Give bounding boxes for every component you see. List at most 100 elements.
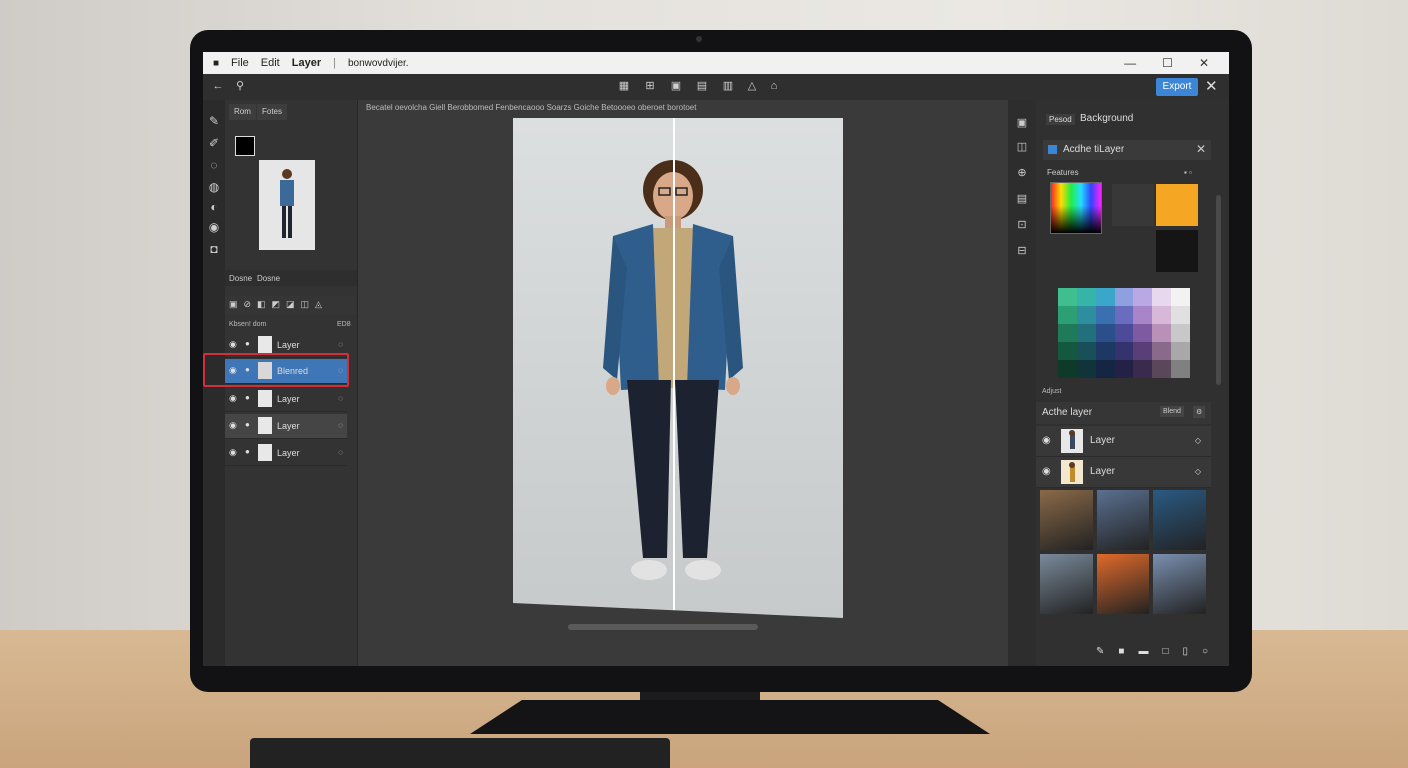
palette-swatch[interactable] [1133,342,1153,360]
gallery-thumbnail[interactable] [1153,490,1206,550]
palette-swatch[interactable] [1171,288,1190,306]
palette-swatch[interactable] [1171,342,1190,360]
menu-edit[interactable]: Edit [261,57,280,69]
palette-swatch[interactable] [1058,324,1077,342]
crop-icon[interactable]: ⊡ [1014,218,1030,234]
horizontal-scrollbar[interactable] [568,624,758,630]
link-icon[interactable]: ▬ [1138,646,1148,660]
layer-search-field[interactable]: Acdhe tiLayer ✕ [1043,140,1211,160]
palette-swatch[interactable] [1152,324,1172,342]
grid-icon[interactable]: ▦ [617,79,631,93]
visibility-eye-icon[interactable]: ◉ [1042,466,1051,477]
tab-rom[interactable]: Rom [229,104,256,120]
visibility-eye-icon[interactable]: ◉ [229,339,237,350]
shape-icon[interactable]: △ [745,79,759,93]
image-icon[interactable]: ▤ [695,79,709,93]
zoom-icon[interactable]: ⊞ [643,79,657,93]
blend-mode-badge[interactable]: Blend [1160,406,1184,417]
tab-background[interactable]: Background [1080,113,1133,124]
minimize-button[interactable]: — [1124,56,1136,70]
document-photo[interactable] [513,118,843,618]
blur-icon[interactable]: ◉ [207,220,221,234]
palette-swatch[interactable] [1095,342,1115,360]
color-palette[interactable] [1058,288,1190,378]
palette-swatch[interactable] [1114,288,1134,306]
palette-swatch[interactable] [1114,306,1134,324]
bucket-icon[interactable]: ◍ [207,180,221,194]
gallery-thumbnail[interactable] [1153,554,1206,614]
palette-swatch[interactable] [1058,342,1077,360]
export-button[interactable]: Export [1156,78,1198,96]
layer-options-icon[interactable]: ◌ [338,394,343,403]
color-picker[interactable] [1050,182,1102,234]
gallery-thumbnail[interactable] [1040,554,1093,614]
stop-icon[interactable]: ■ [1118,646,1124,660]
lock-toggle-icon[interactable]: ● [245,420,250,429]
palette-swatch[interactable] [1152,360,1172,378]
features-toggle-icon[interactable]: ▪ ▫ [1184,168,1192,177]
menu-layer[interactable]: Layer [292,57,321,69]
palette-swatch[interactable] [1058,288,1077,306]
layer-tool-icons[interactable]: ▣⊘◧◩◪◫◬ [229,299,328,310]
layer-options-icon[interactable]: ◇ [1195,467,1201,476]
calendar-icon[interactable]: ▥ [721,79,735,93]
menu-file[interactable]: File [231,57,249,69]
frame-icon[interactable]: ▣ [669,79,683,93]
palette-swatch[interactable] [1171,306,1190,324]
swatch-gray[interactable] [1112,184,1154,226]
dodge-icon[interactable]: ◐ [207,200,221,214]
right-panel-scrollbar[interactable] [1216,195,1221,385]
lock-toggle-icon[interactable]: ● [245,339,250,348]
layers-tab-1[interactable]: Dosne [229,274,252,283]
swatch-orange[interactable] [1156,184,1198,226]
settings-icon[interactable]: ⚙ [1193,406,1206,418]
palette-swatch[interactable] [1095,288,1115,306]
clear-search-icon[interactable]: ✕ [1196,142,1206,156]
adjust-panel-icon[interactable]: ◫ [1014,140,1030,156]
palette-swatch[interactable] [1152,288,1172,306]
canvas-area[interactable]: Becatel oevolcha Giell Berobbomed Fenben… [358,100,1008,666]
palette-swatch[interactable] [1133,288,1153,306]
palette-swatch[interactable] [1114,360,1134,378]
active-layer-row[interactable]: ◉ Layer ◇ [1036,457,1211,488]
lock-icon[interactable]: ⌂ [767,79,781,93]
back-arrow-icon[interactable]: ← [211,79,225,93]
palette-swatch[interactable] [1133,360,1153,378]
layer-row[interactable]: ◉ ● Layer ◌ [225,441,347,466]
circle-icon[interactable]: ○ [1202,646,1208,660]
brush-icon[interactable]: ✎ [207,114,221,128]
palette-swatch[interactable] [1076,306,1096,324]
palette-swatch[interactable] [1171,324,1190,342]
layer-options-icon[interactable]: ◌ [338,421,343,430]
swatch-black[interactable] [1156,230,1198,272]
tab-pesod[interactable]: Pesod [1046,114,1075,125]
tab-fotes[interactable]: Fotes [257,104,288,120]
close-panel-icon[interactable]: ✕ [1205,77,1218,95]
visibility-eye-icon[interactable]: ◉ [1042,435,1051,446]
layers-tab-2[interactable]: Dosne [257,274,280,283]
palette-swatch[interactable] [1076,360,1096,378]
layers-panel-icon[interactable]: ▣ [1014,116,1030,132]
palette-swatch[interactable] [1076,324,1096,342]
visibility-eye-icon[interactable]: ◉ [229,393,237,404]
palette-swatch[interactable] [1114,324,1134,342]
palette-swatch[interactable] [1095,360,1115,378]
stamp-icon[interactable]: ◘ [207,242,221,256]
palette-swatch[interactable] [1171,360,1190,378]
palette-swatch[interactable] [1076,288,1096,306]
palette-swatch[interactable] [1095,324,1115,342]
foreground-color-swatch[interactable] [235,136,255,156]
palette-swatch[interactable] [1076,342,1096,360]
square-icon[interactable]: □ [1162,646,1168,660]
gallery-thumbnail[interactable] [1096,490,1150,550]
before-after-split-handle[interactable] [673,118,675,610]
layer-row[interactable]: ◉ ● Layer ◌ [225,414,347,439]
visibility-eye-icon[interactable]: ◉ [229,447,237,458]
lasso-icon[interactable]: ◌ [207,158,221,172]
layer-options-icon[interactable]: ◇ [1195,436,1201,445]
history-icon[interactable]: ▤ [1014,192,1030,208]
layer-options-icon[interactable]: ◌ [338,340,343,349]
palette-swatch[interactable] [1114,342,1134,360]
pencil-icon[interactable]: ✐ [207,136,221,150]
palette-swatch[interactable] [1152,306,1172,324]
